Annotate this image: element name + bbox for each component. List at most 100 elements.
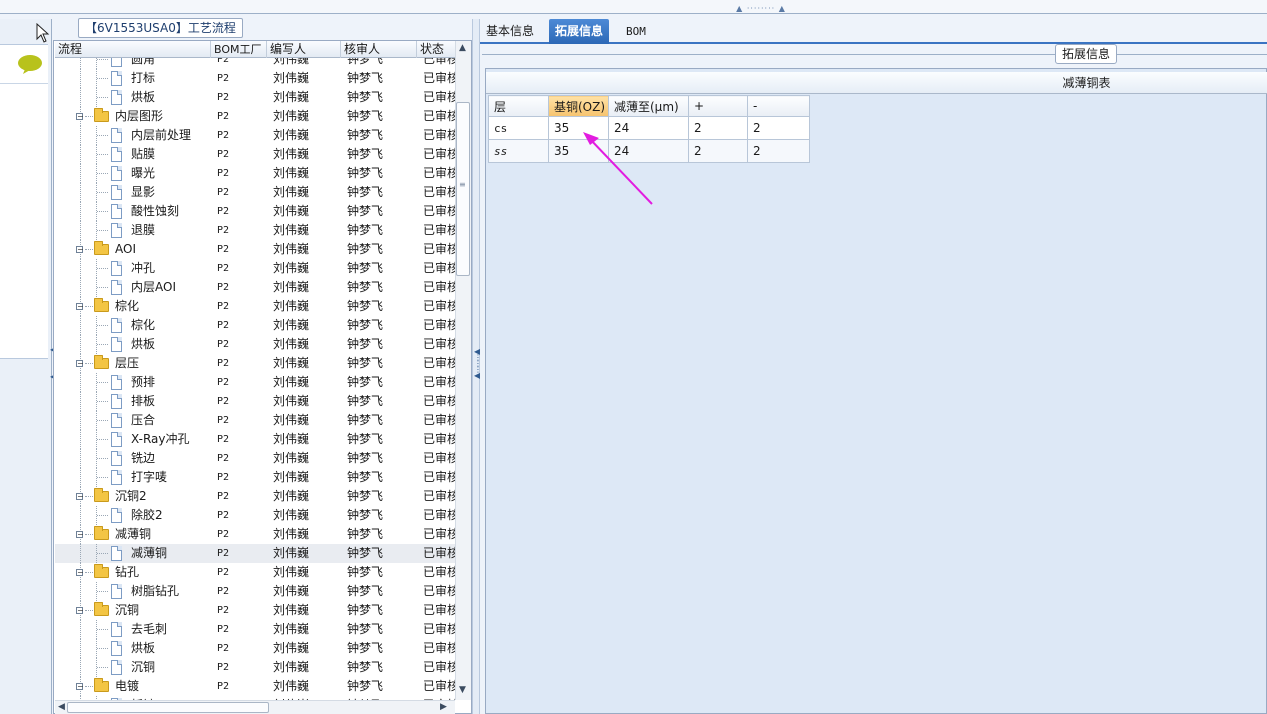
tree-connector-line [97,648,108,649]
document-icon [111,375,122,390]
tree-item-row[interactable]: 树脂钻孔 P2 刘伟巍 钟梦飞 已审核 [55,582,455,601]
tree-node-label: 钻孔 [115,565,140,579]
tree-item-row[interactable]: 退膜 P2 刘伟巍 钟梦飞 已审核 [55,221,455,240]
tree-folder-row[interactable]: − 减薄铜 P2 刘伟巍 钟梦飞 已审核 [55,525,455,544]
folder-icon [94,298,109,312]
cell-reviewer: 钟梦飞 [347,128,384,142]
header-thin-to[interactable]: 减薄至(μm) [608,95,689,117]
mouse-cursor-icon [36,23,50,43]
cell-status: 已审核 [423,318,455,332]
cell-minus[interactable]: 2 [747,116,810,140]
tree-folder-row[interactable]: − 内层图形 P2 刘伟巍 钟梦飞 已审核 [55,107,455,126]
tree-folder-row[interactable]: − AOI P2 刘伟巍 钟梦飞 已审核 [55,240,455,259]
tree-connector-line [80,69,81,88]
collapse-toggle-icon[interactable]: − [76,246,84,254]
tree-item-row[interactable]: 显影 P2 刘伟巍 钟梦飞 已审核 [55,183,455,202]
cell-bom-factory: P2 [217,377,230,388]
header-base-copper[interactable]: 基铜(OZ) [548,95,609,117]
tree-folder-row[interactable]: − 钻孔 P2 刘伟巍 钟梦飞 已审核 [55,563,455,582]
tree-item-row[interactable]: 棕化 P2 刘伟巍 钟梦飞 已审核 [55,316,455,335]
tree-connector-line [80,544,81,563]
chat-bubble-icon[interactable] [17,54,43,74]
cell-writer: 刘伟巍 [273,546,310,560]
collapse-toggle-icon[interactable]: − [76,113,84,121]
cell-plus[interactable]: 2 [688,116,748,140]
scroll-left-arrow-icon[interactable]: ◀ [58,702,65,712]
tree-item-row[interactable]: 酸性蚀刻 P2 刘伟巍 钟梦飞 已审核 [55,202,455,221]
cell-reviewer: 钟梦飞 [347,432,384,446]
tree-item-row[interactable]: 内层前处理 P2 刘伟巍 钟梦飞 已审核 [55,126,455,145]
tree-item-row[interactable]: 铣边 P2 刘伟巍 钟梦飞 已审核 [55,449,455,468]
header-minus-tolerance[interactable]: - [747,95,810,117]
column-header-status[interactable]: 状态 [417,41,455,58]
column-header-reviewer[interactable]: 核审人 [341,41,417,58]
cell-layer[interactable]: cs [488,116,549,140]
column-header-writer[interactable]: 编写人 [267,41,341,58]
tree-item-row[interactable]: 打标 P2 刘伟巍 钟梦飞 已审核 [55,69,455,88]
tree-item-row[interactable]: 排板 P2 刘伟巍 钟梦飞 已审核 [55,392,455,411]
header-plus-tolerance[interactable]: + [688,95,748,117]
collapse-toggle-icon[interactable]: − [76,303,84,311]
tree-item-row[interactable]: 减薄铜 P2 刘伟巍 钟梦飞 已审核 [55,544,455,563]
vertical-scroll-thumb[interactable]: ≡ [456,102,470,276]
tree-item-row[interactable]: 冲孔 P2 刘伟巍 钟梦飞 已审核 [55,259,455,278]
tree-item-row[interactable]: 烘板 P2 刘伟巍 钟梦飞 已审核 [55,335,455,354]
tree-item-row[interactable]: 沉铜 P2 刘伟巍 钟梦飞 已审核 [55,658,455,677]
collapse-toggle-icon[interactable]: − [76,360,84,368]
tab-extended-info[interactable]: 拓展信息 [549,19,610,44]
scroll-up-arrow-icon[interactable]: ▲ [459,43,466,53]
tree-item-row[interactable]: 压合 P2 刘伟巍 钟梦飞 已审核 [55,411,455,430]
collapse-toggle-icon[interactable]: − [76,683,84,691]
tree-item-row[interactable]: X-Ray冲孔 P2 刘伟巍 钟梦飞 已审核 [55,430,455,449]
document-icon [111,660,122,675]
tab-basic-info[interactable]: 基本信息 [480,19,540,44]
tree-item-row[interactable]: 烘板 P2 刘伟巍 钟梦飞 已审核 [55,639,455,658]
tree-connector-line [97,458,108,459]
tree-connector-line [97,135,108,136]
tree-connector-line [97,439,108,440]
tree-item-row[interactable]: 去毛刺 P2 刘伟巍 钟梦飞 已审核 [55,620,455,639]
header-layer[interactable]: 层 [488,95,549,117]
cell-bom-factory: P2 [217,187,230,198]
tree-folder-row[interactable]: − 电镀 P2 刘伟巍 钟梦飞 已审核 [55,677,455,696]
tree-item-row[interactable]: 烘板 P2 刘伟巍 钟梦飞 已审核 [55,88,455,107]
document-icon [111,128,122,143]
cell-minus[interactable]: 2 [747,139,810,163]
tree-connector-line [97,211,108,212]
tree-connector-line [97,553,108,554]
cell-reviewer: 钟梦飞 [347,679,384,693]
tree-item-row[interactable]: 预排 P2 刘伟巍 钟梦飞 已审核 [55,373,455,392]
horizontal-scroll-thumb[interactable] [67,702,269,713]
column-header-bom-factory[interactable]: BOM工厂 [211,41,267,58]
collapse-toggle-icon[interactable]: − [76,531,84,539]
collapse-toggle-icon[interactable]: − [76,569,84,577]
tab-bom[interactable]: BOM [620,19,652,44]
tree-connector-line [97,173,108,174]
tree-item-row[interactable]: 打字唛 P2 刘伟巍 钟梦飞 已审核 [55,468,455,487]
scroll-right-arrow-icon[interactable]: ▶ [440,702,447,712]
cell-writer: 刘伟巍 [273,603,310,617]
tree-folder-row[interactable]: − 棕化 P2 刘伟巍 钟梦飞 已审核 [55,297,455,316]
collapse-toggle-icon[interactable]: − [76,493,84,501]
scroll-down-arrow-icon[interactable]: ▼ [459,685,466,695]
tree-connector-line [97,97,108,98]
column-header-flow[interactable]: 流程 [55,41,211,58]
tree-folder-row[interactable]: − 层压 P2 刘伟巍 钟梦飞 已审核 [55,354,455,373]
tree-item-row[interactable]: 贴膜 P2 刘伟巍 钟梦飞 已审核 [55,145,455,164]
cell-bom-factory: P2 [217,434,230,445]
tree-folder-row[interactable]: − 沉铜2 P2 刘伟巍 钟梦飞 已审核 [55,487,455,506]
collapse-toggle-icon[interactable]: − [76,607,84,615]
cell-plus[interactable]: 2 [688,139,748,163]
cell-layer[interactable]: ss [488,139,549,163]
tree-node-label: 贴膜 [131,147,156,161]
tree-connector-line [97,477,108,478]
tree-item-row[interactable]: 圆角 P2 刘伟巍 钟梦飞 已审核 [55,58,455,69]
tree-item-row[interactable]: 曝光 P2 刘伟巍 钟梦飞 已审核 [55,164,455,183]
splitter-grip-icon[interactable]: ▲ ········ ▲ [731,5,791,13]
tree-node-label: 沉铜 [115,603,140,617]
cell-bom-factory: P2 [217,130,230,141]
tree-folder-row[interactable]: − 沉铜 P2 刘伟巍 钟梦飞 已审核 [55,601,455,620]
tree-item-row[interactable]: 内层AOI P2 刘伟巍 钟梦飞 已审核 [55,278,455,297]
tree-item-row[interactable]: 除胶2 P2 刘伟巍 钟梦飞 已审核 [55,506,455,525]
middle-splitter-handle[interactable]: ◀ ⋮ ⋮ ⋮ ◀ [472,19,482,714]
